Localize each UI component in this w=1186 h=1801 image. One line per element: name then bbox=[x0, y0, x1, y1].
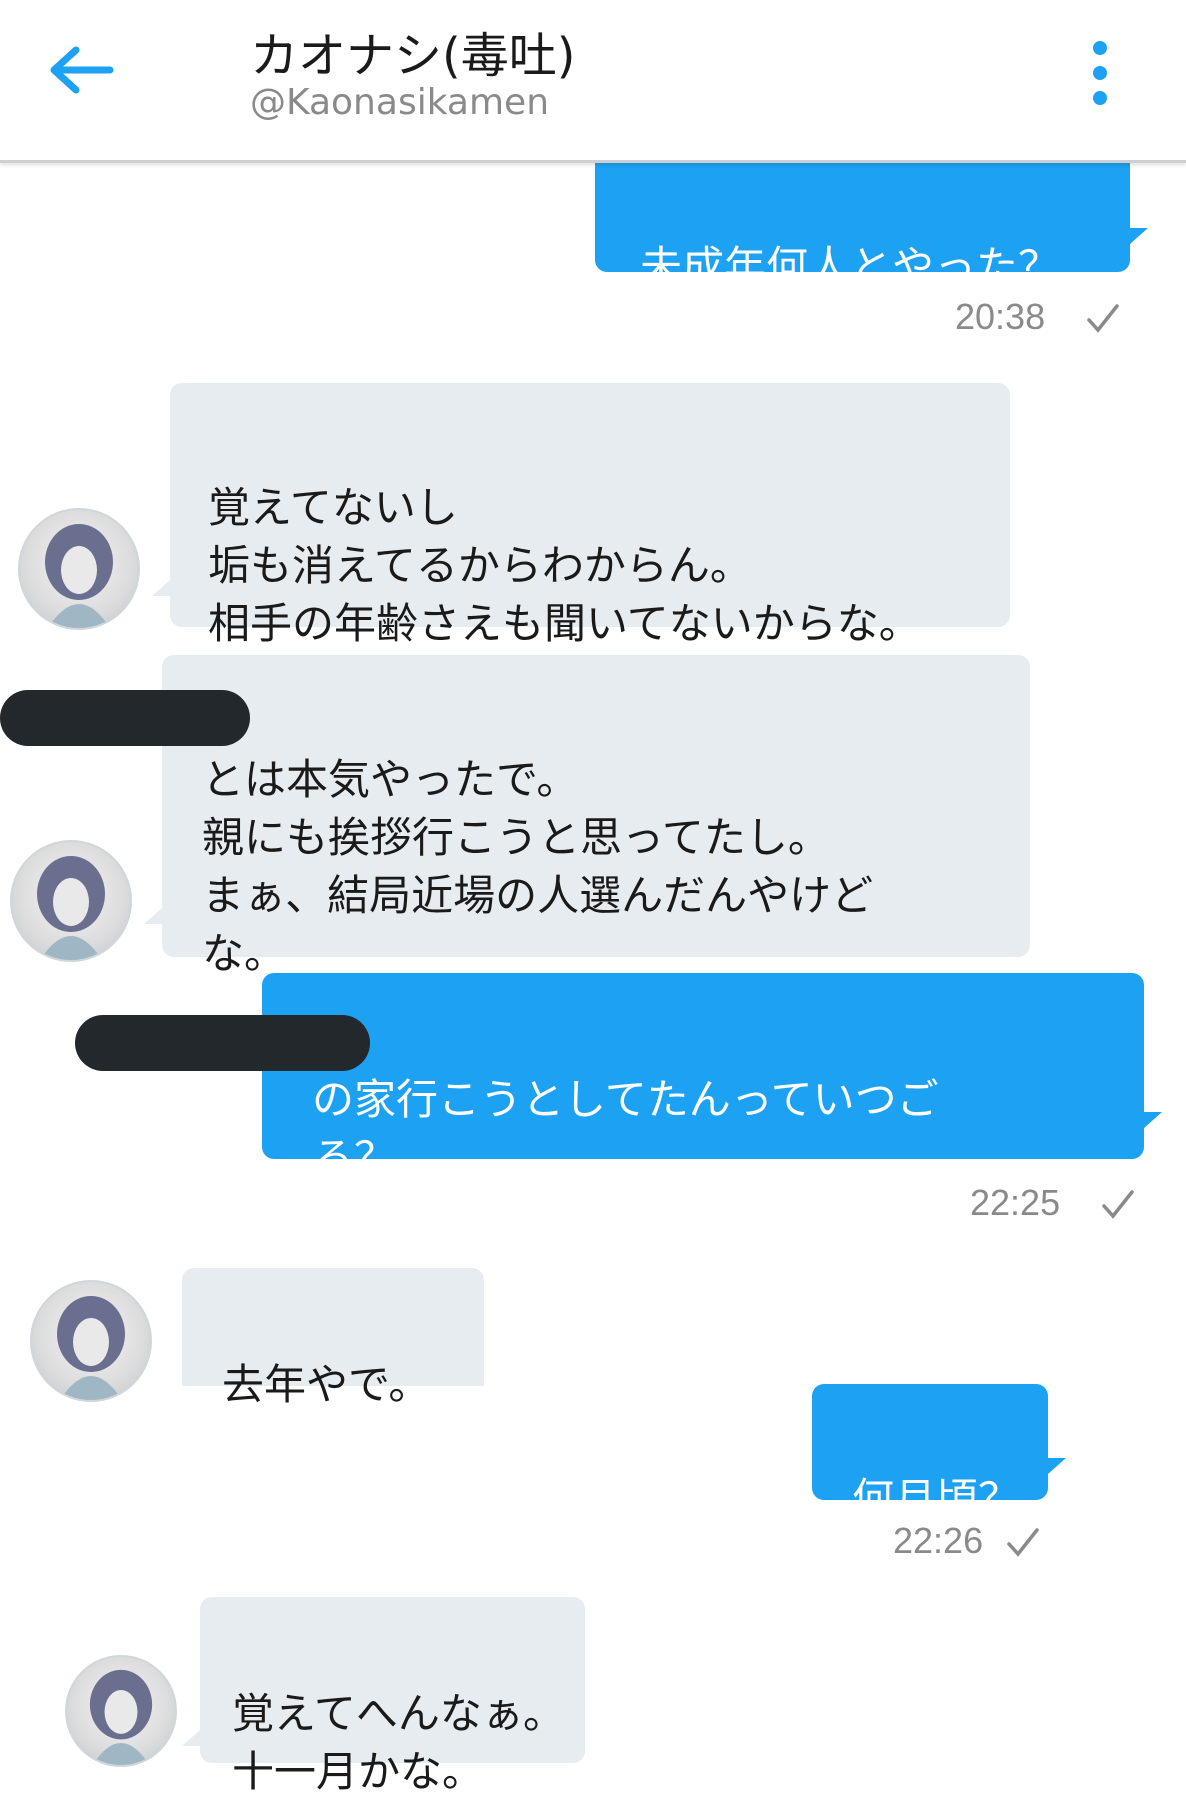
hooded-figure-icon bbox=[89, 1669, 153, 1765]
message-bubble-incoming[interactable]: 覚えてへんなぁ。 十一月かな。 bbox=[200, 1597, 585, 1796]
message-text: 何月頃？ bbox=[852, 1474, 1021, 1523]
sender-avatar[interactable] bbox=[10, 840, 132, 962]
more-vertical-icon[interactable] bbox=[1080, 38, 1120, 108]
message-text: 覚えてないし 垢も消えてるからわからん。 相手の年齢さえも聞いてないからな。 bbox=[208, 483, 921, 648]
redaction-bar bbox=[0, 690, 250, 746]
sender-avatar[interactable] bbox=[65, 1655, 177, 1767]
hooded-figure-icon bbox=[45, 524, 113, 628]
hooded-figure-icon bbox=[37, 856, 105, 960]
message-bubble-incoming[interactable]: 覚えてないし 垢も消えてるからわからん。 相手の年齢さえも聞いてないからな。 bbox=[170, 383, 1010, 648]
sender-avatar[interactable] bbox=[18, 508, 140, 630]
sender-avatar[interactable] bbox=[30, 1280, 152, 1402]
message-text: 覚えてへんなぁ。 十一月かな。 bbox=[232, 1689, 566, 1796]
message-bubble-outgoing[interactable]: の家行こうとしてたんっていつご ろ？ bbox=[262, 973, 1144, 1182]
hooded-figure-icon bbox=[57, 1296, 125, 1400]
message-bubble-incoming[interactable]: とは本気やったで。 親にも挨拶行こうと思ってたし。 まぁ、結局近場の人選んだんや… bbox=[162, 655, 1030, 978]
redaction-bar bbox=[75, 1015, 370, 1071]
bubble-tail bbox=[1144, 1112, 1162, 1128]
message-text: 未成年何人とやった？ bbox=[640, 242, 1061, 291]
sent-check-icon bbox=[1102, 1190, 1134, 1219]
message-bubble-outgoing[interactable]: 何月頃？ bbox=[812, 1384, 1048, 1523]
message-text: の家行こうとしてたんっていつご ろ？ bbox=[312, 1075, 939, 1182]
message-bubble-incoming[interactable]: 去年やで。 bbox=[182, 1268, 484, 1409]
message-timestamp: 22:25 bbox=[970, 1182, 1061, 1223]
sent-check-icon bbox=[1087, 304, 1119, 333]
bubble-tail bbox=[144, 908, 162, 924]
bubble-tail bbox=[1130, 228, 1148, 244]
bubble-tail bbox=[182, 1730, 200, 1746]
message-bubble-outgoing[interactable]: 未成年何人とやった？ bbox=[595, 150, 1130, 291]
back-arrow-icon[interactable] bbox=[40, 40, 120, 100]
message-text: とは本気やったで。 親にも挨拶行こうと思ってたし。 まぁ、結局近場の人選んだんや… bbox=[202, 755, 874, 978]
message-text: 去年やで。 bbox=[222, 1360, 431, 1409]
sent-check-icon bbox=[1007, 1528, 1039, 1557]
user-handle: @Kaonasikamen bbox=[250, 82, 550, 123]
message-timestamp: 20:38 bbox=[955, 296, 1046, 337]
bubble-tail bbox=[1048, 1458, 1066, 1474]
conversation-header: カオナシ(毒吐) @Kaonasikamen bbox=[0, 0, 1186, 163]
conversation-title: カオナシ(毒吐) bbox=[250, 28, 576, 84]
bubble-tail bbox=[152, 580, 170, 596]
message-timestamp: 22:26 bbox=[893, 1520, 984, 1561]
